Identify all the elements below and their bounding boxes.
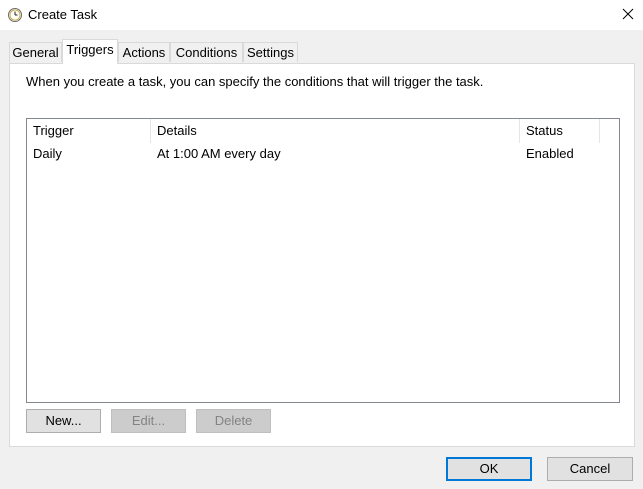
close-button[interactable] [613, 0, 643, 30]
triggers-description: When you create a task, you can specify … [26, 74, 484, 89]
column-header-status[interactable]: Status [520, 119, 600, 143]
triggers-list[interactable]: Trigger Details Status Daily At 1:00 AM … [26, 118, 620, 403]
tab-general[interactable]: General [9, 42, 62, 62]
tab-actions[interactable]: Actions [118, 42, 170, 62]
column-header-trigger[interactable]: Trigger [27, 119, 151, 143]
status-cell: Enabled [526, 146, 574, 161]
delete-trigger-button[interactable]: Delete [196, 409, 271, 433]
column-header-details[interactable]: Details [151, 119, 520, 143]
details-cell: At 1:00 AM every day [157, 146, 281, 161]
trigger-cell: Daily [33, 146, 62, 161]
tab-triggers[interactable]: Triggers [62, 39, 118, 64]
tab-conditions[interactable]: Conditions [170, 42, 243, 62]
window-title: Create Task [28, 7, 98, 22]
title-bar: Create Task [0, 0, 643, 30]
close-icon [622, 8, 634, 20]
ok-button[interactable]: OK [446, 457, 532, 481]
tab-settings[interactable]: Settings [243, 42, 298, 62]
triggers-tab-panel: When you create a task, you can specify … [9, 63, 635, 447]
clock-icon [7, 7, 23, 23]
cancel-button[interactable]: Cancel [547, 457, 633, 481]
new-trigger-button[interactable]: New... [26, 409, 101, 433]
edit-trigger-button[interactable]: Edit... [111, 409, 186, 433]
